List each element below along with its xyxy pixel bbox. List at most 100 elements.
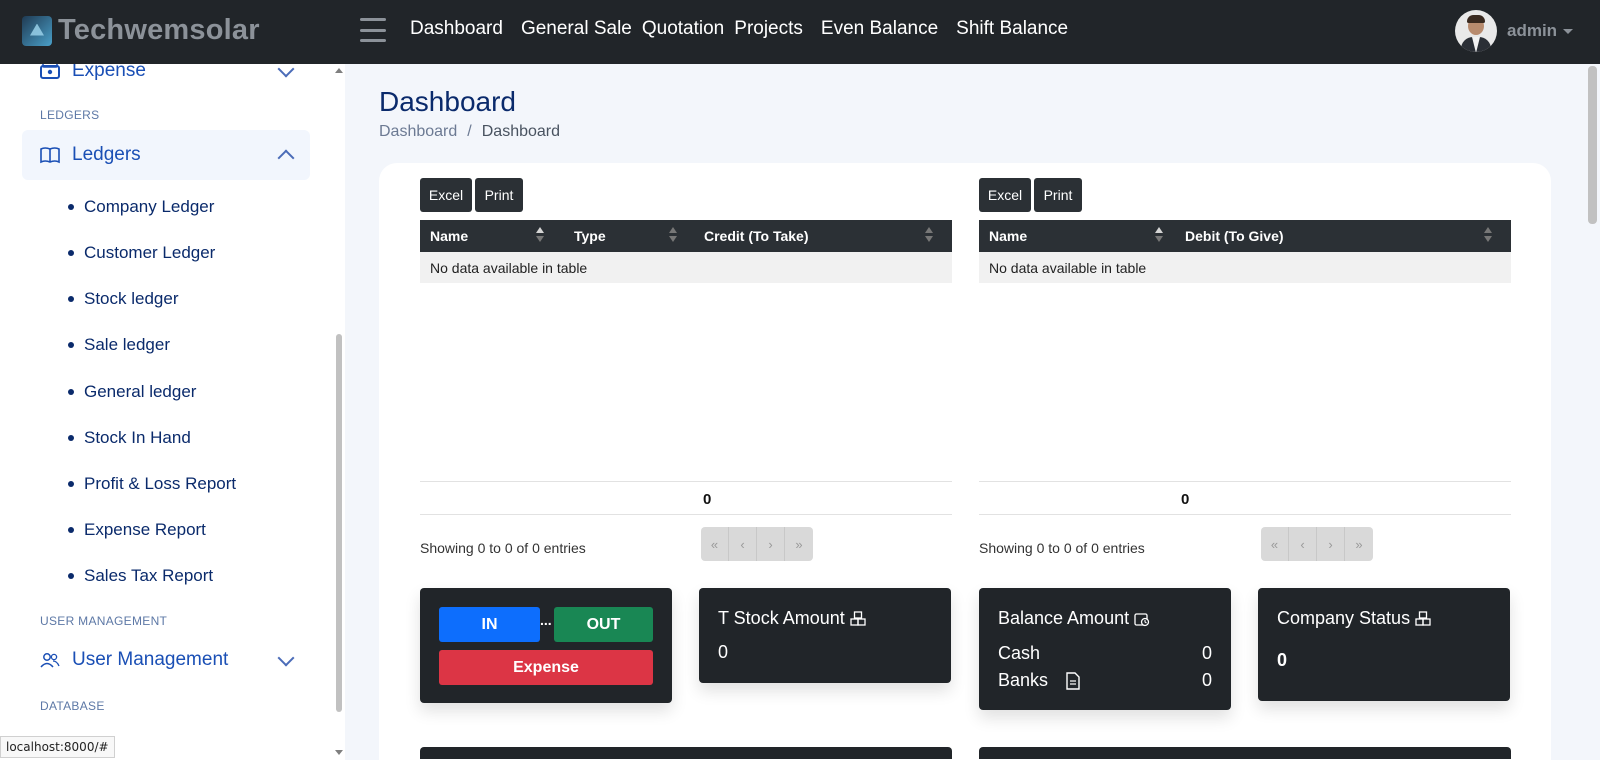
bullet-icon (68, 435, 74, 441)
menu-toggle-icon[interactable] (360, 18, 386, 42)
sidebar-subitem-customer-ledger[interactable]: Customer Ledger (68, 243, 215, 263)
next-page-button[interactable]: › (1317, 527, 1345, 561)
document-icon[interactable] (1066, 672, 1080, 690)
nav-general-sale[interactable]: General Sale (521, 18, 632, 40)
nav-dashboard[interactable]: Dashboard (410, 18, 503, 40)
nav-projects[interactable]: Projects (734, 18, 803, 40)
bullet-icon (68, 342, 74, 348)
first-page-button[interactable]: « (701, 527, 729, 561)
breadcrumb-link[interactable]: Dashboard (379, 123, 457, 141)
top-navbar: Techwemsolar Dashboard General Sale Quot… (0, 0, 1600, 64)
sidebar-item-expense[interactable]: Expense (22, 64, 310, 96)
sidebar-subitem-stock-in-hand[interactable]: Stock In Hand (68, 428, 191, 448)
sidebar-subitem-label: Sales Tax Report (84, 566, 214, 585)
sidebar-item-label: Expense (72, 64, 146, 81)
debit-excel-button[interactable]: Excel (979, 178, 1031, 212)
user-menu[interactable]: admin (1455, 10, 1574, 52)
brand[interactable]: Techwemsolar (22, 14, 260, 47)
actions-tile: IN ... OUT Expense (420, 588, 672, 703)
wallet-icon (1134, 612, 1150, 626)
page-scrollbar[interactable] (1588, 66, 1597, 224)
sidebar-scrollbar[interactable] (336, 334, 342, 712)
divider (420, 514, 952, 515)
nav-shift-balance[interactable]: Shift Balance (956, 18, 1068, 40)
dashboard-card: Excel Print Name Type Credit (To Take) N… (379, 163, 1551, 760)
sort-icon[interactable] (924, 227, 934, 245)
sidebar-subitem-expense-report[interactable]: Expense Report (68, 520, 206, 540)
sidebar-subitem-general-ledger[interactable]: General ledger (68, 382, 196, 402)
bullet-icon (68, 250, 74, 256)
divider (979, 481, 1511, 482)
section-heading-database: DATABASE (40, 699, 105, 713)
prev-page-button[interactable]: ‹ (1289, 527, 1317, 561)
sidebar-item-label: User Management (72, 649, 229, 670)
sidebar-subitem-sales-tax-report[interactable]: Sales Tax Report (68, 566, 213, 586)
sidebar-subitem-label: Expense Report (84, 520, 206, 539)
stock-amount-value: 0 (718, 642, 729, 662)
debit-table-header: Name Debit (To Give) (979, 220, 1511, 252)
sidebar-subitem-label: Profit & Loss Report (84, 474, 237, 493)
status-bar-url: localhost:8000/# (0, 736, 115, 758)
credit-table-header: Name Type Credit (To Take) (420, 220, 952, 252)
sort-icon[interactable] (668, 227, 678, 245)
balance-amount-title-text: Balance Amount (998, 608, 1130, 628)
sidebar-scroll-down-icon[interactable] (335, 750, 343, 755)
credit-empty-row: No data available in table (420, 252, 952, 283)
column-header-debit[interactable]: Debit (To Give) (1185, 228, 1284, 244)
sidebar-subitem-sale-ledger[interactable]: Sale ledger (68, 335, 170, 355)
nav-quotation[interactable]: Quotation (642, 18, 724, 40)
prev-page-button[interactable]: ‹ (729, 527, 757, 561)
sidebar-scroll-up-icon[interactable] (335, 68, 343, 73)
users-icon (40, 653, 60, 668)
company-status-tile: Company Status 0 (1258, 588, 1510, 701)
sidebar: Expense LEDGERS Ledgers Company Ledger C… (0, 64, 345, 760)
stock-amount-title-text: T Stock Amount (718, 608, 845, 628)
credit-pagination: « ‹ › » (701, 527, 813, 561)
sidebar-subitem-company-ledger[interactable]: Company Ledger (68, 197, 214, 217)
top-nav-links: Dashboard General Sale Quotation Project… (410, 18, 1086, 40)
column-header-type[interactable]: Type (574, 228, 606, 244)
sort-icon[interactable] (1483, 227, 1493, 245)
book-icon (40, 147, 60, 164)
sort-icon[interactable] (535, 227, 545, 245)
sidebar-subitem-stock-ledger[interactable]: Stock ledger (68, 289, 179, 309)
bullet-icon (68, 573, 74, 579)
sidebar-subitem-label: Sale ledger (84, 335, 171, 354)
sidebar-item-user-management[interactable]: User Management (22, 635, 310, 685)
last-page-button[interactable]: » (785, 527, 813, 561)
credit-total: 0 (703, 491, 712, 508)
debit-pagination: « ‹ › » (1261, 527, 1373, 561)
column-header-credit[interactable]: Credit (To Take) (704, 228, 809, 244)
stock-amount-tile: T Stock Amount 0 (699, 588, 951, 683)
first-page-button[interactable]: « (1261, 527, 1289, 561)
next-panel-header (979, 747, 1511, 759)
expense-button[interactable]: Expense (439, 650, 653, 685)
sidebar-subitem-profit-loss-report[interactable]: Profit & Loss Report (68, 474, 236, 494)
user-name: admin (1507, 21, 1558, 40)
out-button[interactable]: OUT (554, 607, 653, 642)
next-panel-header (420, 747, 952, 759)
cash-value: 0 (1201, 643, 1212, 663)
debit-print-button[interactable]: Print (1034, 178, 1082, 212)
cash-label: Cash (998, 643, 1041, 663)
divider (420, 481, 952, 482)
sidebar-subitem-label: Customer Ledger (84, 243, 216, 262)
next-page-button[interactable]: › (757, 527, 785, 561)
boxes-icon (850, 610, 866, 626)
credit-print-button[interactable]: Print (475, 178, 523, 212)
brand-logo-icon (22, 15, 52, 46)
sort-icon[interactable] (1154, 227, 1164, 245)
chevron-down-icon (277, 64, 295, 78)
nav-even-balance[interactable]: Even Balance (821, 18, 938, 40)
in-button[interactable]: IN (439, 607, 540, 642)
chevron-up-icon (277, 149, 295, 167)
section-heading-user-management: USER MANAGEMENT (40, 614, 168, 628)
credit-excel-button[interactable]: Excel (420, 178, 472, 212)
column-header-name[interactable]: Name (430, 228, 468, 244)
company-status-value: 0 (1277, 650, 1288, 670)
sidebar-subitem-label: Stock In Hand (84, 428, 191, 447)
column-header-name[interactable]: Name (989, 228, 1027, 244)
wallet-icon (40, 64, 60, 79)
last-page-button[interactable]: » (1345, 527, 1373, 561)
sidebar-item-ledgers[interactable]: Ledgers (22, 130, 310, 180)
